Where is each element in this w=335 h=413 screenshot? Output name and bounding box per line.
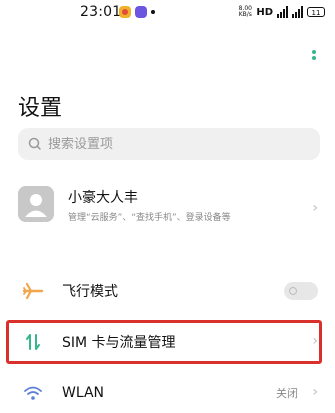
- notification-dot: [151, 10, 155, 14]
- wifi-icon: [24, 386, 42, 400]
- account-name: 小豪大人丰: [68, 190, 138, 206]
- airplane-mode-toggle[interactable]: [284, 282, 318, 300]
- user-icon: [18, 186, 54, 222]
- row-label: 飞行模式: [62, 284, 118, 300]
- search-input[interactable]: [48, 136, 308, 152]
- wlan-status: 关闭: [276, 387, 298, 400]
- airplane-icon: [22, 282, 44, 300]
- status-bar: 23:01 8.00 KB/s HD 11: [0, 0, 335, 24]
- more-options-icon[interactable]: [312, 50, 316, 66]
- status-time: 23:01: [80, 4, 122, 20]
- toggle-knob: [289, 287, 297, 295]
- notification-app-icon: [119, 6, 131, 18]
- search-icon: [28, 137, 41, 150]
- hd-indicator: HD: [256, 6, 273, 18]
- notification-app-icon-2: [135, 6, 147, 18]
- settings-row-wlan[interactable]: WLAN 关闭 ›: [18, 375, 320, 411]
- avatar: [18, 186, 54, 222]
- signal-icon-2: [292, 6, 303, 18]
- battery-icon: 11: [307, 7, 325, 17]
- status-indicators: 8.00 KB/s HD 11: [238, 3, 325, 21]
- chevron-right-icon: ›: [312, 384, 318, 400]
- highlight-box: [6, 320, 322, 364]
- account-card[interactable]: 小豪大人丰 管理“云服务”、“查找手机”、登录设备等 ›: [18, 182, 320, 234]
- page-title: 设置: [18, 96, 63, 121]
- account-subtitle: 管理“云服务”、“查找手机”、登录设备等: [68, 213, 231, 223]
- network-speed: 8.00 KB/s: [238, 5, 252, 18]
- row-label: WLAN: [62, 385, 105, 401]
- settings-row-airplane-mode[interactable]: 飞行模式: [18, 273, 320, 309]
- search-bar[interactable]: [18, 128, 320, 160]
- signal-icon: [277, 6, 288, 18]
- chevron-right-icon: ›: [312, 200, 318, 216]
